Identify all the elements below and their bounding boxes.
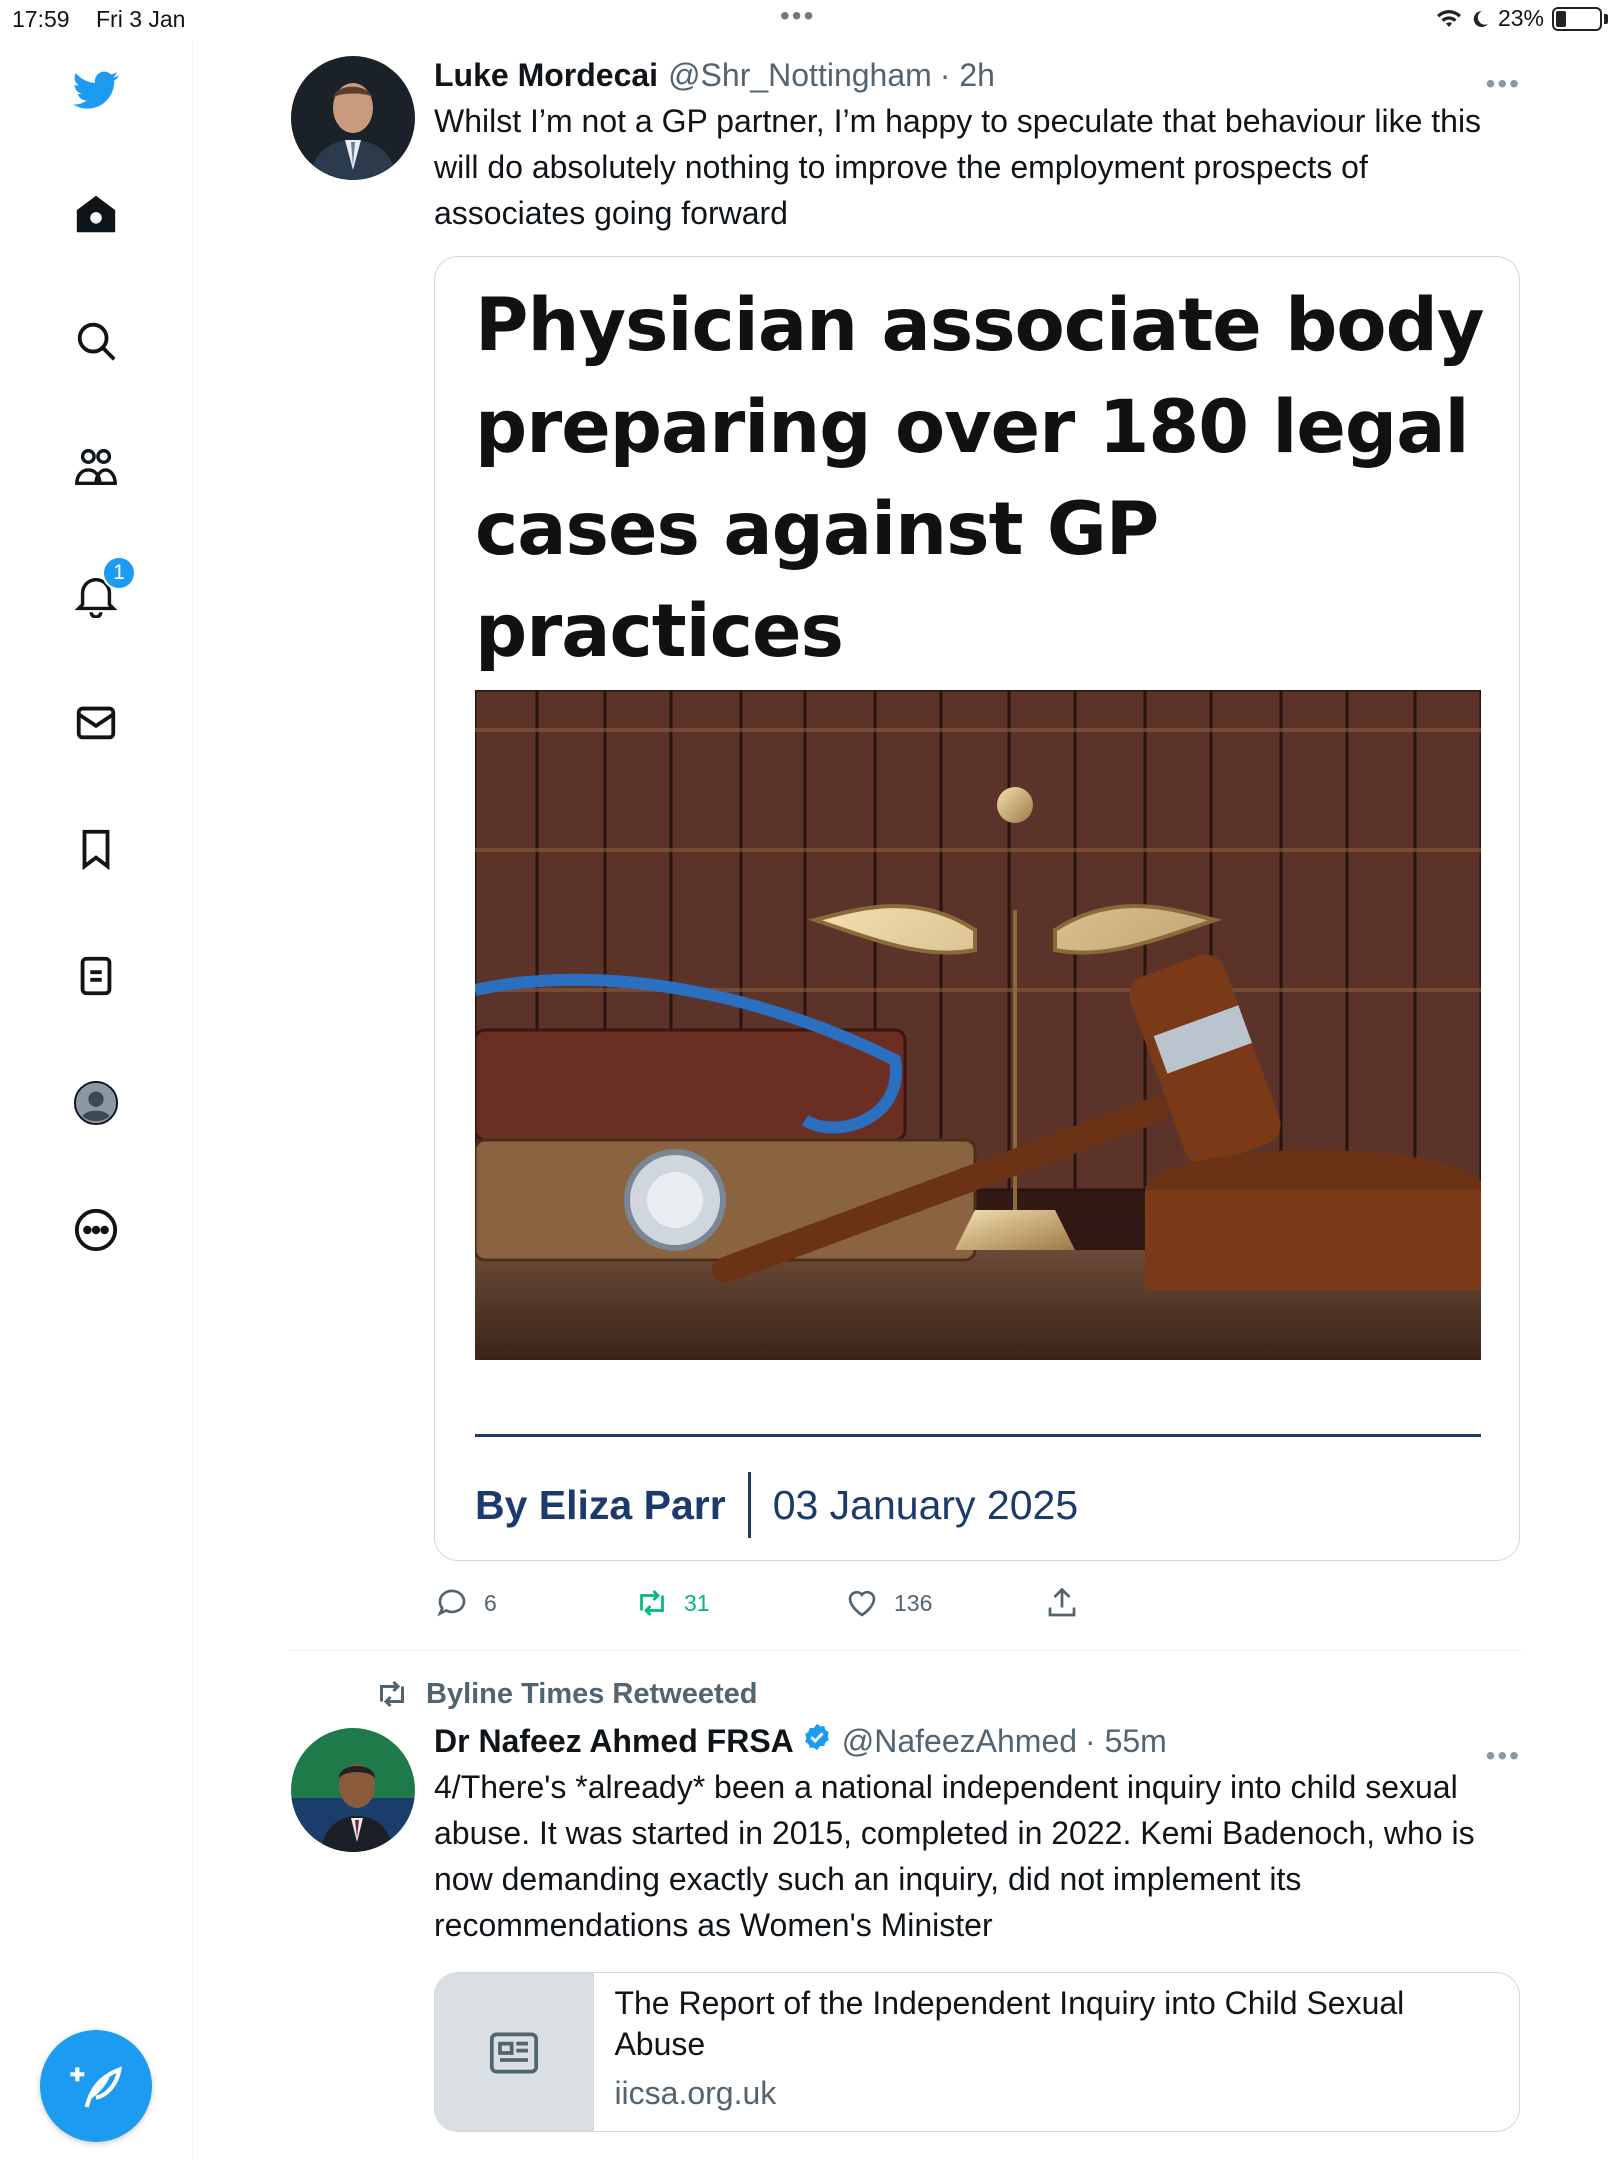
retweet-icon [380,1680,404,1708]
more-options-icon[interactable] [68,1202,124,1258]
battery-icon [1552,6,1602,31]
byline-author: By Eliza Parr [475,1481,726,1528]
retweeted-by-text[interactable]: Byline Times Retweeted [426,1678,757,1711]
battery-cap [1604,13,1608,24]
tweet-more-icon[interactable]: ••• [1486,68,1521,100]
retweet-icon [640,1590,664,1616]
tweet-time[interactable]: · 55m [1085,1720,1167,1762]
wifi-icon [1436,9,1461,27]
bookmark-icon[interactable] [68,821,124,877]
avatar[interactable] [291,56,415,180]
tweet-time[interactable]: · 2h [940,54,995,96]
article-icon [490,2032,539,2074]
like-button[interactable]: 136 [844,1585,1044,1621]
search-icon[interactable] [68,313,124,369]
verified-badge-icon [802,1720,832,1762]
article-headline: Physician associate body preparing over … [475,283,1484,674]
author-name[interactable]: Dr Nafeez Ahmed FRSA [434,1720,794,1762]
multitasking-dots-icon[interactable]: ••• [780,0,815,32]
reply-button[interactable]: 6 [434,1585,634,1621]
author-handle[interactable]: @NafeezAhmed [842,1720,1077,1762]
moon-icon [1473,10,1488,27]
status-date: Fri 3 Jan [96,6,186,32]
status-indicators: 23% [1436,5,1608,32]
tweet-text: 4/There's *already* been a national inde… [434,1769,1475,1943]
article-photo [475,690,1481,1360]
card-divider [475,1434,1481,1437]
avatar[interactable] [291,1728,415,1852]
notification-badge: 1 [102,556,136,590]
heart-icon [848,1590,876,1617]
link-card[interactable]: The Report of the Independent Inquiry in… [434,1972,1520,2132]
tweet[interactable]: Luke Mordecai @Shr_Nottingham · 2h ••• W… [289,54,1521,1623]
reply-icon [437,1589,466,1617]
byline-separator [747,1472,751,1538]
retweet-button[interactable]: 31 [634,1585,844,1621]
status-bar: 17:59 Fri 3 Jan ••• 23% [0,0,1620,40]
retweet-context: Byline Times Retweeted [374,1676,1521,1712]
battery-level [1556,10,1566,27]
profile-avatar-icon[interactable] [68,1075,124,1131]
compose-tweet-button[interactable] [40,2030,152,2142]
article-card[interactable]: Physician associate body preparing over … [434,256,1520,1561]
communities-icon[interactable] [68,440,124,496]
tweet-text: Whilst I’m not a GP partner, I’m happy t… [434,103,1482,231]
messages-envelope-icon[interactable] [68,694,124,750]
link-card-title: The Report of the Independent Inquiry in… [614,1985,1405,2062]
status-time: 17:59 [12,6,70,32]
tweet-divider [289,1650,1521,1651]
link-card-thumbnail [435,1973,595,2131]
sidebar: 1 [0,40,193,2160]
author-handle[interactable]: @Shr_Nottingham [668,54,932,96]
battery-percent: 23% [1497,5,1544,31]
author-name[interactable]: Luke Mordecai [434,54,658,96]
tweet-more-icon[interactable]: ••• [1486,1740,1521,1772]
retweet-count: 31 [684,1589,710,1616]
twitter-logo-icon[interactable] [68,62,124,118]
byline-date: 03 January 2025 [772,1481,1079,1528]
tweet-actions: 6 31 136 [434,1583,1521,1623]
article-byline: By Eliza Parr 03 January 2025 [475,1472,1078,1538]
tweet-header: Dr Nafeez Ahmed FRSA @NafeezAhmed · 55m [434,1720,1521,1762]
home-icon[interactable] [68,186,124,242]
tweet-header: Luke Mordecai @Shr_Nottingham · 2h [434,54,1521,96]
compose-feather-icon [70,2066,123,2108]
share-icon [1048,1587,1076,1617]
lists-icon[interactable] [68,948,124,1004]
like-count: 136 [894,1589,933,1616]
tweet[interactable]: Byline Times Retweeted Dr Nafeez Ahmed F… [289,1676,1521,2132]
reply-count: 6 [484,1589,497,1616]
share-button[interactable] [1044,1585,1080,1621]
link-card-domain: iicsa.org.uk [614,2075,777,2111]
